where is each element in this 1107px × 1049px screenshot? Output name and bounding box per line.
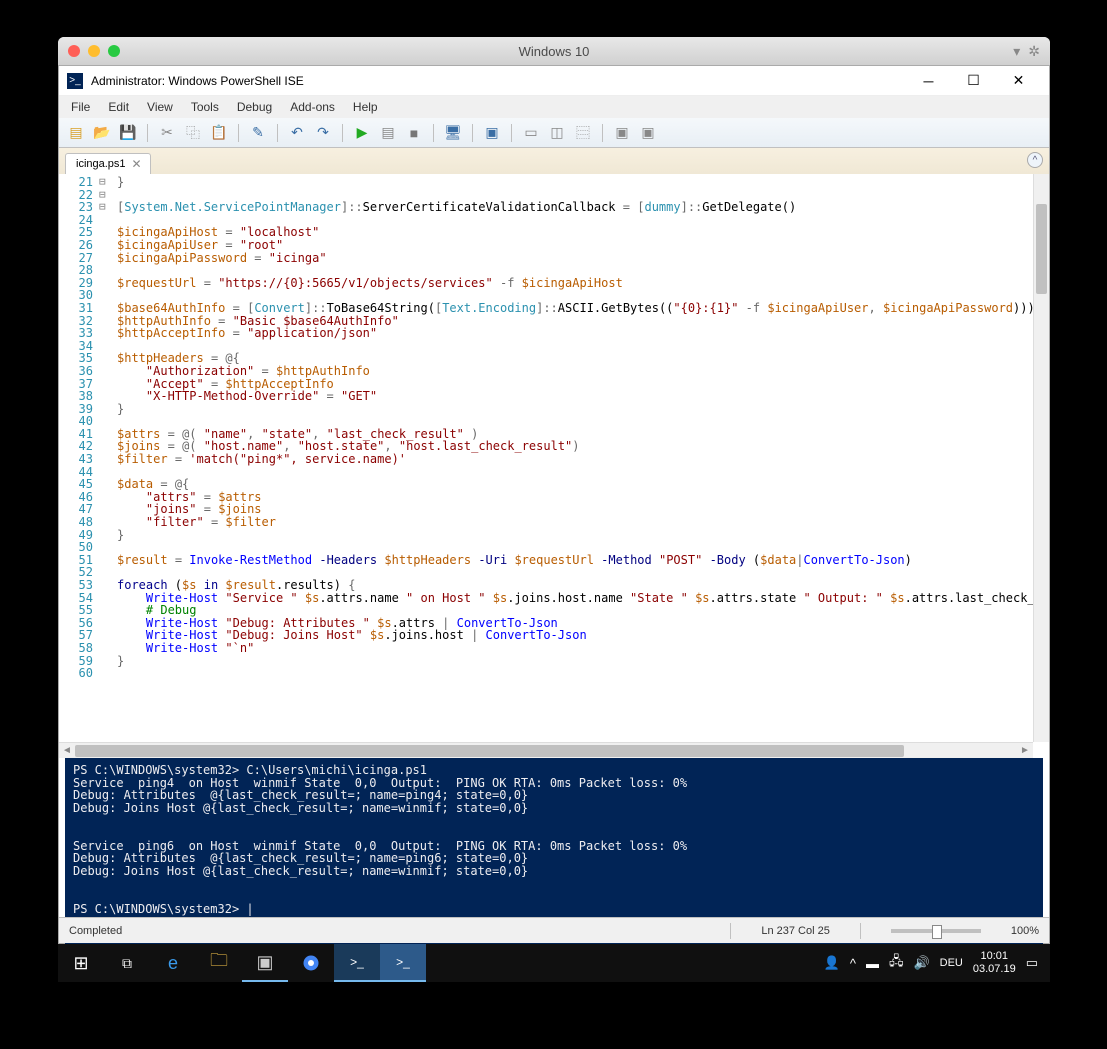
editor-vscroll[interactable] — [1033, 174, 1049, 742]
traffic-lights — [68, 45, 120, 57]
cut-icon[interactable]: ✂ — [156, 122, 178, 144]
menu-addons[interactable]: Add-ons — [282, 98, 343, 116]
dropdown-icon[interactable]: ▾ — [1013, 43, 1020, 60]
network-icon[interactable]: 🖧 — [889, 952, 904, 974]
chrome-icon[interactable] — [288, 944, 334, 982]
show-script-icon[interactable]: ▣ — [637, 122, 659, 144]
tab-icinga[interactable]: icinga.ps1 ✕ — [65, 153, 151, 174]
terminal-icon[interactable]: ▣ — [242, 944, 288, 982]
tab-label: icinga.ps1 — [76, 158, 126, 170]
menubar: File Edit View Tools Debug Add-ons Help — [59, 96, 1049, 118]
show-commands-icon[interactable]: ▣ — [611, 122, 633, 144]
menu-tools[interactable]: Tools — [183, 98, 227, 116]
gear-icon[interactable]: ✲ — [1028, 43, 1040, 60]
zoom-slider[interactable] — [891, 929, 981, 933]
redo-icon[interactable]: ↷ — [312, 122, 334, 144]
zoom-value: 100% — [1011, 925, 1039, 937]
editor[interactable]: 21 22 23 24 25 26 27 28 29 30 31 32 33 3… — [59, 174, 1049, 742]
scroll-right-icon[interactable]: ► — [1017, 745, 1033, 756]
maximize-button[interactable]: ☐ — [951, 66, 996, 96]
chevron-up-icon[interactable]: ^ — [850, 956, 856, 971]
minimize-button[interactable]: ─ — [906, 66, 951, 96]
new-file-icon[interactable]: ▤ — [65, 122, 87, 144]
tab-close-icon[interactable]: ✕ — [132, 157, 142, 171]
minimize-icon[interactable] — [88, 45, 100, 57]
cursor-position: Ln 237 Col 25 — [761, 925, 830, 937]
explorer-icon[interactable]: 🗀 — [196, 944, 242, 982]
people-icon[interactable]: 👤 — [824, 955, 840, 971]
powershell-icon[interactable]: >_ — [334, 944, 380, 982]
app-icon: >_ — [67, 73, 83, 89]
mac-titlebar[interactable]: Windows 10 ▾ ✲ — [58, 37, 1050, 65]
save-icon[interactable]: 💾 — [117, 122, 139, 144]
copy-icon[interactable]: ⿻ — [182, 122, 204, 144]
code-pane[interactable]: } [System.Net.ServicePointManager]::Serv… — [115, 174, 1033, 742]
layout2-icon[interactable]: ◫ — [546, 122, 568, 144]
layout3-icon[interactable]: ⿳ — [572, 122, 594, 144]
system-tray: 👤 ^ ▬ 🖧 🔊 DEU 10:01 03.07.19 ▭ — [824, 944, 1050, 982]
undo-icon[interactable]: ↶ — [286, 122, 308, 144]
line-gutter: 21 22 23 24 25 26 27 28 29 30 31 32 33 3… — [59, 174, 99, 742]
menu-edit[interactable]: Edit — [100, 98, 137, 116]
powershell-ise-window: >_ Administrator: Windows PowerShell ISE… — [58, 65, 1050, 944]
vscroll-thumb[interactable] — [1036, 204, 1047, 294]
maximize-icon[interactable] — [108, 45, 120, 57]
collapse-pane-icon[interactable]: ^ — [1027, 152, 1043, 168]
tabs: icinga.ps1 ✕ ^ — [59, 148, 1049, 174]
powershell-icon[interactable]: ▣ — [481, 122, 503, 144]
taskbar: ⊞ ⧉ e 🗀 ▣ >_ >_ 👤 ^ ▬ 🖧 🔊 DEU 10:01 03.0… — [58, 944, 1050, 982]
battery-icon[interactable]: ▬ — [866, 956, 879, 971]
close-icon[interactable] — [68, 45, 80, 57]
run-selection-icon[interactable]: ▤ — [377, 122, 399, 144]
status-text: Completed — [69, 925, 122, 937]
win-titlebar[interactable]: >_ Administrator: Windows PowerShell ISE… — [59, 66, 1049, 96]
scroll-left-icon[interactable]: ◄ — [59, 745, 75, 756]
clock-time: 10:01 — [973, 950, 1016, 963]
powershell-ise-icon[interactable]: >_ — [380, 944, 426, 982]
hscroll-thumb[interactable] — [75, 745, 904, 757]
mac-window-title: Windows 10 — [519, 44, 590, 59]
menu-debug[interactable]: Debug — [229, 98, 280, 116]
fold-gutter[interactable]: ⊟ ⊟ ⊟ — [99, 174, 115, 742]
start-button[interactable]: ⊞ — [58, 944, 104, 982]
mac-window: Windows 10 ▾ ✲ >_ Administrator: Windows… — [58, 37, 1050, 982]
language-indicator[interactable]: DEU — [940, 957, 963, 969]
clock-date: 03.07.19 — [973, 963, 1016, 976]
menu-file[interactable]: File — [63, 98, 98, 116]
app-title: Administrator: Windows PowerShell ISE — [91, 74, 304, 88]
paste-icon[interactable]: 📋 — [208, 122, 230, 144]
task-view-icon[interactable]: ⧉ — [104, 944, 150, 982]
editor-hscroll[interactable]: ◄ ► — [59, 742, 1033, 758]
menu-help[interactable]: Help — [345, 98, 386, 116]
statusbar: Completed Ln 237 Col 25 100% — [59, 917, 1049, 943]
layout1-icon[interactable]: ▭ — [520, 122, 542, 144]
open-file-icon[interactable]: 📂 — [91, 122, 113, 144]
stop-icon[interactable]: ■ — [403, 122, 425, 144]
menu-view[interactable]: View — [139, 98, 181, 116]
new-remote-icon[interactable]: 🖥 — [442, 122, 464, 144]
run-icon[interactable]: ▶ — [351, 122, 373, 144]
clock[interactable]: 10:01 03.07.19 — [973, 950, 1016, 976]
clear-icon[interactable]: ✎ — [247, 122, 269, 144]
toolbar: ▤ 📂 💾 ✂ ⿻ 📋 ✎ ↶ ↷ ▶ ▤ ■ 🖥 ▣ ▭ ◫ ⿳ ▣ — [59, 118, 1049, 148]
close-button[interactable]: ✕ — [996, 66, 1041, 96]
mac-tools: ▾ ✲ — [1013, 43, 1040, 60]
volume-icon[interactable]: 🔊 — [913, 955, 929, 971]
edge-icon[interactable]: e — [150, 944, 196, 982]
win-controls: ─ ☐ ✕ — [906, 66, 1041, 96]
notifications-icon[interactable]: ▭ — [1026, 955, 1038, 971]
